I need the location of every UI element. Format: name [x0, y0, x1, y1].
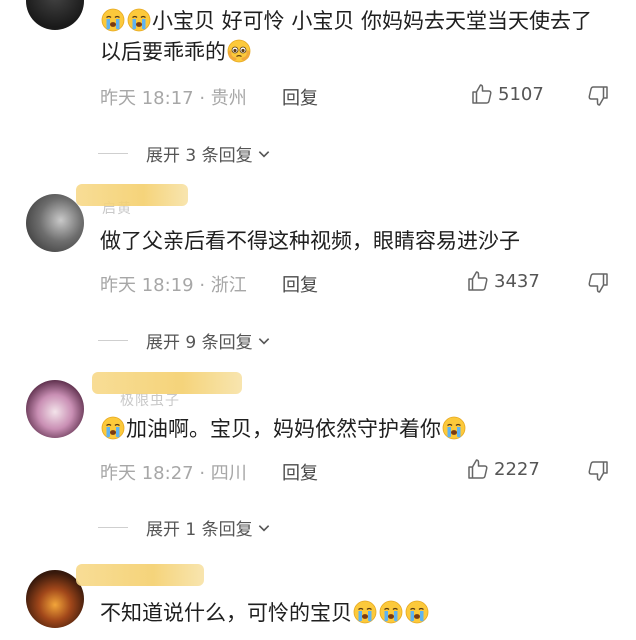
crying-face-emoji: [353, 600, 377, 624]
avatar[interactable]: [26, 380, 84, 438]
like-button[interactable]: 3437: [466, 269, 540, 293]
like-count: 3437: [494, 270, 540, 292]
thumbs-down-icon[interactable]: [586, 84, 610, 108]
reply-button[interactable]: 回复: [282, 459, 318, 485]
comment-item: 小宝贝 好可怜 小宝贝 你妈妈去天堂当天使去了 以后要乖乖的 昨天 18:17 …: [0, 0, 636, 120]
username-blur: [76, 564, 204, 586]
comment-item: 启黄 做了父亲后看不得这种视频，眼睛容易进沙子 昨天 18:19 · 浙江 回复…: [0, 180, 636, 300]
divider: [98, 527, 128, 528]
expand-replies-label: 展开 3 条回复: [146, 146, 253, 166]
divider: [98, 153, 128, 154]
comment-time-location: 昨天 18:19 · 浙江: [100, 275, 247, 296]
thumbs-up-icon: [466, 269, 490, 293]
expand-replies-button[interactable]: 展开 9 条回复: [98, 328, 271, 353]
reply-button[interactable]: 回复: [282, 84, 318, 110]
expand-replies-label: 展开 1 条回复: [146, 520, 253, 540]
crying-face-emoji: [101, 8, 125, 32]
avatar[interactable]: [26, 0, 84, 30]
reply-button[interactable]: 回复: [282, 271, 318, 297]
comment-time-location: 昨天 18:17 · 贵州: [100, 88, 247, 109]
crying-face-emoji: [442, 416, 466, 440]
expand-replies-button[interactable]: 展开 3 条回复: [98, 141, 271, 166]
like-button[interactable]: 5107: [470, 82, 544, 106]
expand-replies-button[interactable]: 展开 1 条回复: [98, 515, 271, 540]
chevron-down-icon: [257, 334, 271, 348]
crying-face-emoji: [405, 600, 429, 624]
thumbs-down-icon[interactable]: [586, 271, 610, 295]
comment-text-body: 加油啊。宝贝，妈妈依然守护着你: [126, 417, 441, 441]
comment-time-location: 昨天 18:27 · 四川: [100, 463, 247, 484]
comment-text-body: 小宝贝 好可怜 小宝贝 你妈妈去天堂当天使去了 以后要乖乖的: [100, 9, 593, 64]
avatar[interactable]: [26, 194, 84, 252]
comment-text-body: 不知道说什么，可怜的宝贝: [100, 601, 352, 625]
pleading-face-emoji: [227, 39, 251, 63]
like-button[interactable]: 2227: [466, 457, 540, 481]
divider: [98, 340, 128, 341]
crying-face-emoji: [379, 600, 403, 624]
chevron-down-icon: [257, 147, 271, 161]
chevron-down-icon: [257, 521, 271, 535]
username-blur: [76, 184, 188, 206]
thumbs-up-icon: [466, 457, 490, 481]
comment-text: 做了父亲后看不得这种视频，眼睛容易进沙子: [100, 229, 520, 253]
comment-text: 小宝贝 好可怜 小宝贝 你妈妈去天堂当天使去了 以后要乖乖的: [100, 6, 606, 68]
comment-text: 不知道说什么，可怜的宝贝: [100, 598, 606, 629]
comment-item: 不知道说什么，可怜的宝贝: [0, 556, 636, 640]
expand-replies-label: 展开 9 条回复: [146, 333, 253, 353]
comment-item: 极限虫子 加油啊。宝贝，妈妈依然守护着你 昨天 18:27 · 四川 回复 22…: [0, 368, 636, 488]
username-blur: [92, 372, 242, 394]
crying-face-emoji: [127, 8, 151, 32]
comment-text: 加油啊。宝贝，妈妈依然守护着你: [100, 414, 606, 445]
thumbs-up-icon: [470, 82, 494, 106]
crying-face-emoji: [101, 416, 125, 440]
like-count: 2227: [494, 458, 540, 480]
thumbs-down-icon[interactable]: [586, 459, 610, 483]
like-count: 5107: [498, 83, 544, 105]
